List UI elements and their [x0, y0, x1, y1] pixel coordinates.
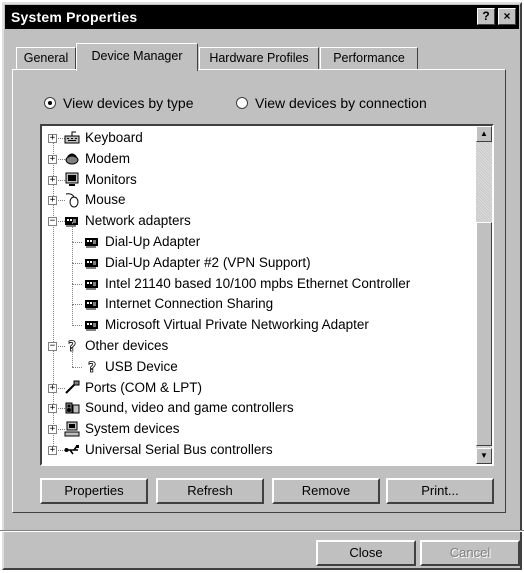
- tree-category-item[interactable]: + Sound, video and game controllers: [42, 398, 472, 418]
- tree-item-label: Microsoft Virtual Private Networking Ada…: [105, 317, 369, 333]
- tree-item-label: USB Device: [105, 358, 178, 374]
- tree-category-item[interactable]: + Keyboard: [42, 128, 472, 148]
- scroll-up-button[interactable]: ▲: [476, 126, 492, 142]
- tab-performance[interactable]: Performance: [320, 47, 418, 70]
- tree-item-label: Ports (COM & LPT): [85, 379, 203, 395]
- tree-branch-line: [72, 346, 73, 368]
- help-button[interactable]: ?: [477, 8, 495, 25]
- tree-item-label: Mouse: [85, 192, 126, 208]
- collapse-toggle-icon[interactable]: −: [48, 217, 57, 227]
- expand-toggle-icon[interactable]: +: [48, 383, 57, 393]
- svg-text:?: ?: [88, 360, 96, 375]
- tree-category-item[interactable]: + Universal Serial Bus controllers: [42, 440, 472, 460]
- network-adapter-icon: [84, 234, 100, 250]
- tab-general[interactable]: General: [16, 47, 76, 70]
- view-by-connection-option[interactable]: View devices by connection: [236, 95, 427, 113]
- cancel-button[interactable]: Cancel: [420, 540, 520, 566]
- network-adapter-icon: [84, 296, 100, 312]
- tree-item-label: Keyboard: [85, 130, 143, 145]
- sound-icon: [64, 400, 80, 416]
- tree-child-item[interactable]: Intel 21140 based 10/100 mpbs Ethernet C…: [42, 263, 472, 294]
- tree-category-item[interactable]: + System devices: [42, 419, 472, 439]
- tree-branch-line: [72, 221, 73, 243]
- tree-connector: [72, 283, 82, 285]
- scrollbar-thumb[interactable]: [476, 222, 492, 446]
- tree-connector: [72, 304, 82, 306]
- monitor-icon: [64, 172, 80, 188]
- network-adapter-icon: [84, 317, 100, 333]
- tree-connector: [72, 366, 82, 368]
- tab-hardware-profiles[interactable]: Hardware Profiles: [199, 47, 319, 70]
- refresh-button[interactable]: Refresh: [156, 478, 264, 504]
- vertical-scrollbar[interactable]: ▲ ▼: [476, 126, 492, 464]
- tree-item-label: Internet Connection Sharing: [105, 296, 274, 312]
- expand-toggle-icon[interactable]: +: [48, 446, 57, 455]
- tree-item-label: Other devices: [85, 338, 169, 353]
- question-icon: ?: [84, 359, 100, 376]
- scroll-down-button[interactable]: ▼: [476, 448, 492, 464]
- tree-child-item[interactable]: ? USB Device: [42, 346, 472, 377]
- tree-item-label: Dial-Up Adapter: [105, 234, 201, 249]
- remove-button[interactable]: Remove: [272, 478, 380, 504]
- tree-item-label: Network adapters: [85, 213, 191, 229]
- tree-item-label: Intel 21140 based 10/100 mpbs Ethernet C…: [105, 275, 411, 291]
- tree-branch-line: [72, 304, 73, 326]
- tree-item-label: Dial-Up Adapter #2 (VPN Support): [105, 254, 311, 270]
- close-button[interactable]: Close: [316, 540, 416, 566]
- expand-toggle-icon[interactable]: +: [48, 196, 57, 206]
- tree-category-item[interactable]: + Monitors: [42, 170, 472, 190]
- radio-by-connection[interactable]: [236, 97, 248, 109]
- device-tree[interactable]: + Keyboard + Modem + Monitors + Mouse − Network a…: [40, 124, 494, 466]
- expand-toggle-icon[interactable]: +: [48, 175, 57, 185]
- view-by-type-option[interactable]: View devices by type: [44, 95, 193, 113]
- port-icon: [64, 380, 80, 396]
- collapse-toggle-icon[interactable]: −: [48, 342, 57, 351]
- network-adapter-icon: [84, 255, 100, 271]
- keyboard-icon: [64, 130, 80, 146]
- tree-connector: [72, 262, 82, 264]
- tree-item-label: Monitors: [85, 171, 137, 187]
- network-adapter-icon: [84, 276, 100, 292]
- usb-icon: [64, 442, 80, 458]
- print-button[interactable]: Print...: [386, 478, 494, 504]
- window-title: System Properties: [11, 9, 138, 25]
- expand-toggle-icon[interactable]: +: [48, 425, 57, 435]
- tree-child-item[interactable]: Microsoft Virtual Private Networking Ada…: [42, 304, 472, 335]
- tree-item-label: Universal Serial Bus controllers: [85, 442, 273, 457]
- tree-category-item[interactable]: + Ports (COM & LPT): [42, 378, 472, 398]
- computer-icon: [64, 421, 80, 437]
- title-bar[interactable]: System Properties ? ×: [5, 5, 519, 29]
- separator: [0, 530, 524, 532]
- expand-toggle-icon[interactable]: +: [48, 404, 57, 414]
- expand-toggle-icon[interactable]: +: [48, 154, 57, 164]
- radio-by-type[interactable]: [44, 97, 56, 109]
- view-by-type-label: View devices by type: [63, 95, 194, 111]
- expand-toggle-icon[interactable]: +: [48, 134, 57, 143]
- tree-branch-line: [72, 263, 73, 284]
- tree-connector: [72, 242, 82, 243]
- tree-child-item[interactable]: Internet Connection Sharing: [42, 284, 472, 314]
- tree-connector: [72, 325, 82, 327]
- tree-item-label: Sound, video and game controllers: [85, 400, 294, 416]
- mouse-icon: [64, 192, 80, 208]
- tree-category-item[interactable]: + Modem: [42, 149, 472, 169]
- tree-branch-line: [72, 284, 73, 305]
- view-by-connection-label: View devices by connection: [255, 95, 427, 111]
- tree-item-label: System devices: [85, 421, 180, 437]
- properties-button[interactable]: Properties: [40, 478, 148, 504]
- close-window-button[interactable]: ×: [498, 8, 516, 25]
- tab-device-manager[interactable]: Device Manager: [76, 43, 198, 71]
- tree-category-item[interactable]: − Network adapters: [42, 211, 472, 231]
- tree-category-item[interactable]: −? Other devices: [42, 336, 472, 356]
- tree-branch-line: [72, 242, 73, 264]
- tree-child-item[interactable]: Dial-Up Adapter: [42, 221, 472, 252]
- modem-icon: [64, 151, 80, 167]
- tree-child-item[interactable]: Dial-Up Adapter #2 (VPN Support): [42, 242, 472, 273]
- tree-category-item[interactable]: + Mouse: [42, 190, 472, 210]
- tree-item-label: Modem: [85, 150, 131, 166]
